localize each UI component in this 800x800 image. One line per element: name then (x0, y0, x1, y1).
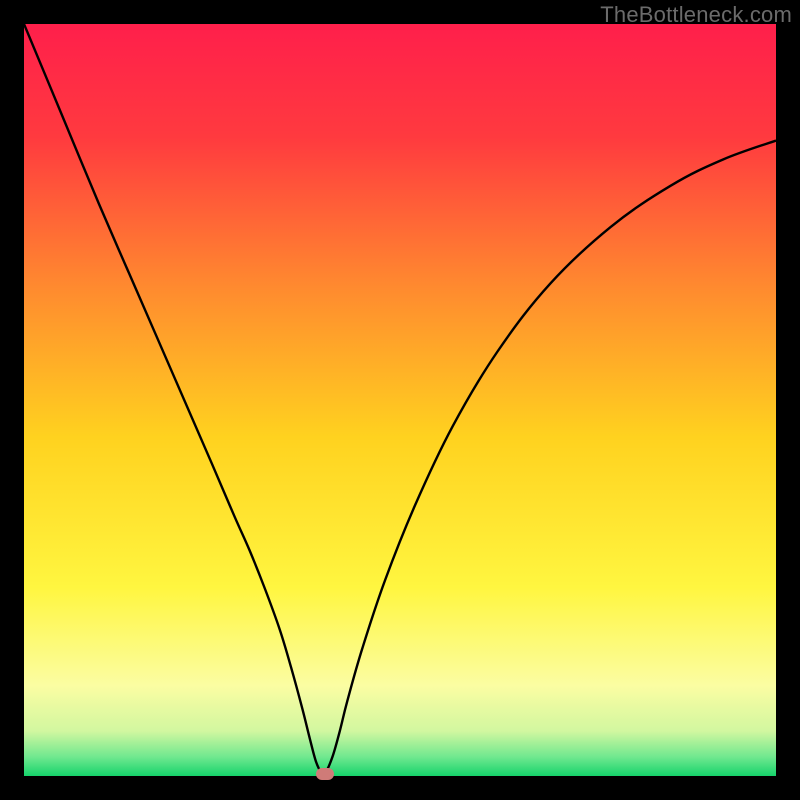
chart-background (24, 24, 776, 776)
chart-frame (24, 24, 776, 776)
bottleneck-chart (24, 24, 776, 776)
watermark-text: TheBottleneck.com (600, 2, 792, 28)
optimal-point-marker (316, 768, 334, 780)
